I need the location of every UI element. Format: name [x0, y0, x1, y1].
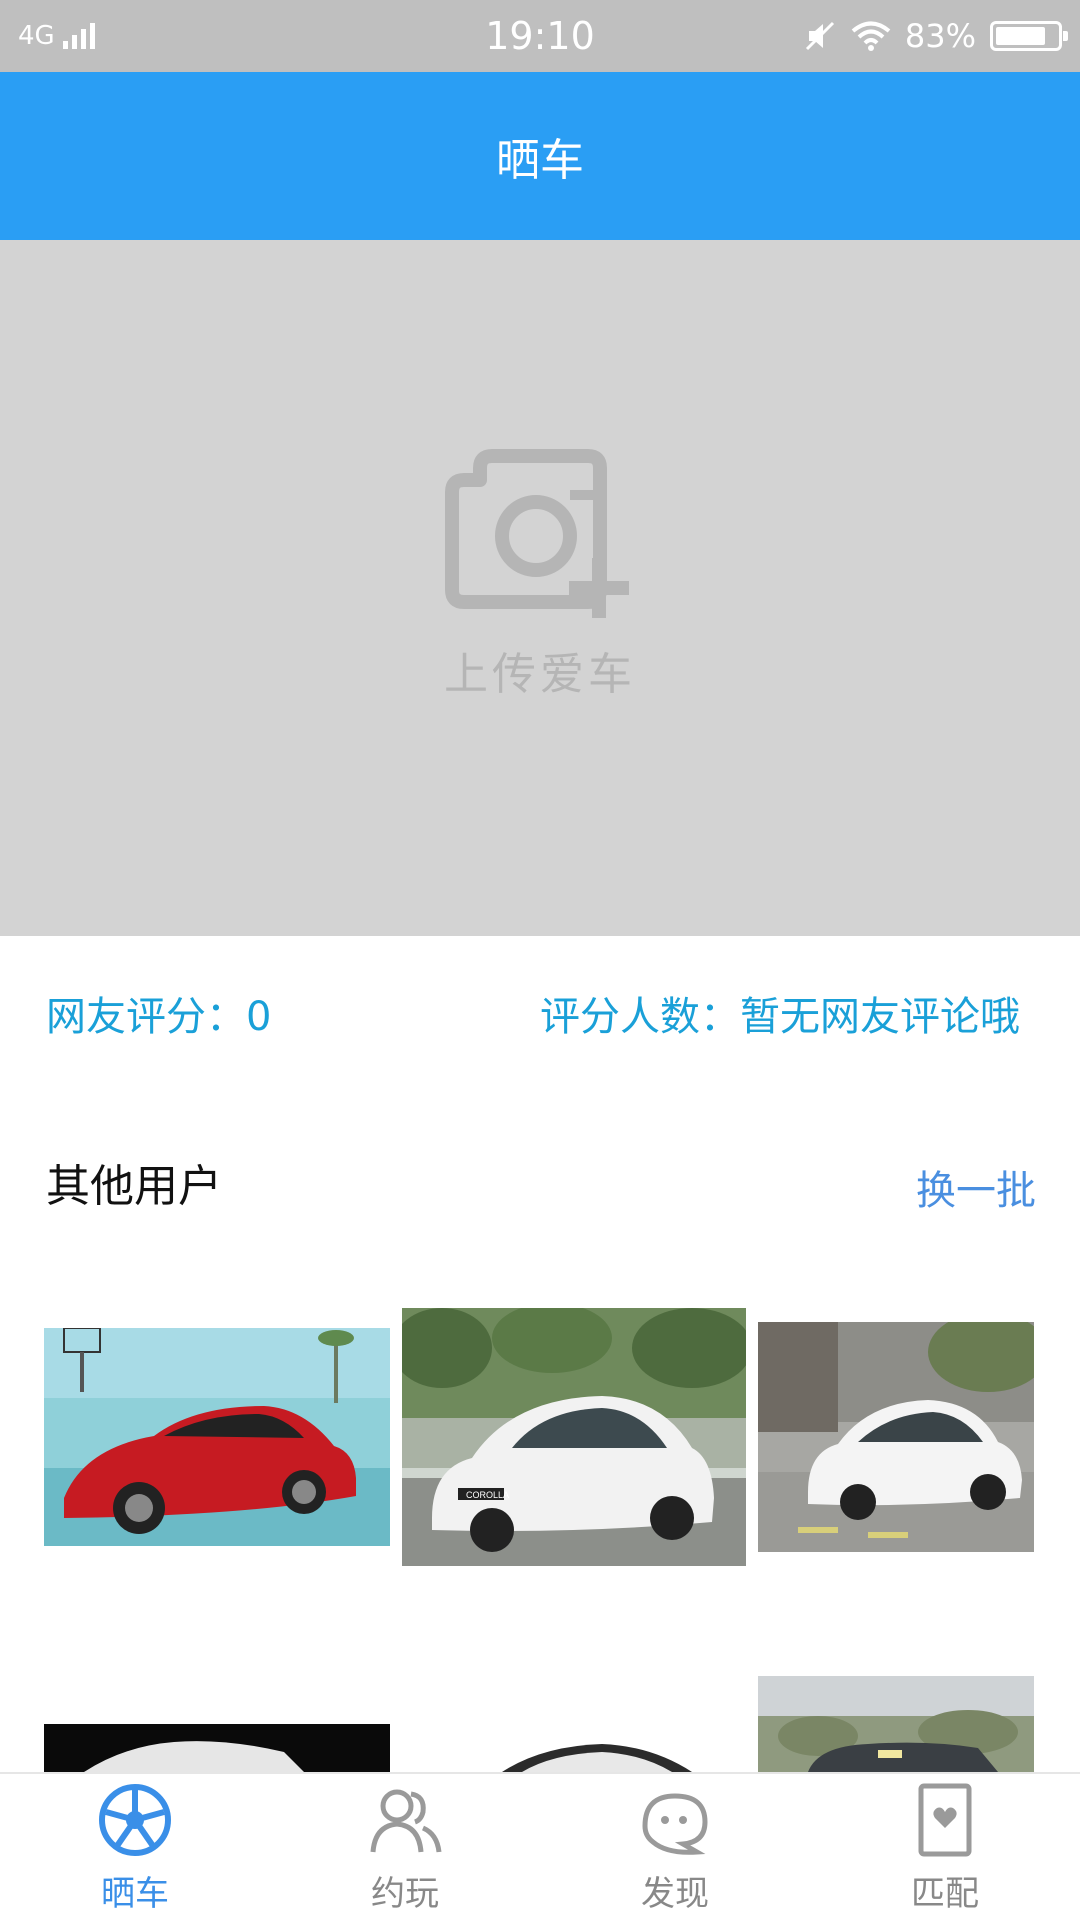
upload-label: 上传爱车 [444, 649, 636, 700]
tab-label: 发现 [641, 1874, 709, 1914]
tab-label: 匹配 [911, 1874, 979, 1914]
car-photo-outdoor-suv[interactable] [758, 1676, 1034, 1772]
car-photo-black-background-sedan[interactable] [44, 1724, 390, 1772]
tab-meetup[interactable]: 约玩 [270, 1774, 540, 1920]
bottom-tab-bar: 晒车 约玩 发现 匹配 [0, 1772, 1080, 1920]
heart-card-icon [918, 1783, 972, 1857]
users-icon [370, 1789, 442, 1853]
camera-plus-icon [445, 449, 629, 618]
refresh-button[interactable]: 换一批 [916, 1158, 1036, 1216]
tab-discover[interactable]: 发现 [540, 1774, 810, 1920]
plate-text: COROLLA [466, 1490, 509, 1500]
rating-count: 评分人数：暂无网友评论哦 [540, 994, 1020, 1040]
rating-row: 网友评分：0 评分人数：暂无网友评论哦 [0, 936, 1080, 1076]
steering-wheel-icon [99, 1784, 171, 1856]
car-photo-white-ford-sedan[interactable] [758, 1322, 1034, 1552]
tab-label: 约玩 [371, 1874, 439, 1914]
app-header: 晒车 [0, 72, 1080, 240]
tab-show-car[interactable]: 晒车 [0, 1774, 270, 1920]
page-title: 晒车 [496, 135, 584, 186]
car-photo-white-toyota-corolla[interactable]: COROLLA [402, 1308, 746, 1566]
battery-icon [990, 21, 1068, 51]
section-title-other-users: 其他用户 [46, 1161, 222, 1212]
upload-car-area[interactable]: 上传爱车 [0, 240, 1080, 936]
user-score: 网友评分：0 [46, 994, 272, 1040]
battery-percent: 83% [904, 17, 976, 55]
tab-match[interactable]: 匹配 [810, 1774, 1080, 1920]
wifi-icon [851, 21, 891, 51]
status-bar: 4G 19:10 83% [0, 0, 1080, 72]
chat-face-icon [642, 1793, 708, 1855]
car-photo-red-sedan[interactable] [44, 1328, 390, 1546]
tab-label: 晒车 [101, 1874, 169, 1914]
mute-icon [805, 21, 834, 51]
car-photo-white-sedan[interactable] [402, 1742, 746, 1772]
